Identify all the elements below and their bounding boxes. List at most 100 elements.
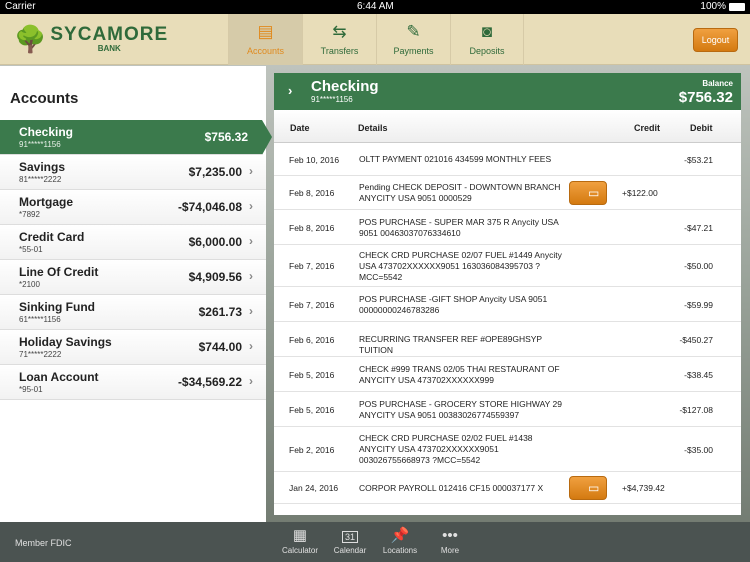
locations-button[interactable]: 📌 Locations <box>375 526 425 555</box>
transaction-row[interactable]: Feb 8, 2016 POS PURCHASE - SUPER MAR 375 … <box>274 210 741 245</box>
tx-debit: -$127.08 <box>679 404 713 415</box>
clock: 6:44 AM <box>357 1 394 12</box>
account-balance: $6,000.00 <box>188 235 242 249</box>
account-mask: 91*****1156 <box>19 140 61 149</box>
logo-sub: BANK <box>97 44 121 53</box>
account-name: Holiday Savings <box>19 335 112 349</box>
tx-date: Feb 10, 2016 <box>289 154 340 165</box>
tab-label: Transfers <box>320 46 359 56</box>
battery-icon <box>729 3 745 11</box>
account-number: 91*****1156 <box>311 95 353 104</box>
account-item-savings[interactable]: Savings 81*****2222 $7,235.00 › <box>0 155 266 190</box>
transaction-row[interactable]: Feb 6, 2016 RECURRING TRANSFER REF #OPE89… <box>274 322 741 357</box>
account-item-checking[interactable]: Checking 91*****1156 $756.32 <box>0 120 272 155</box>
logout-button[interactable]: Logout <box>693 28 738 52</box>
tx-date: Feb 6, 2016 <box>289 334 335 345</box>
account-item-loan-account[interactable]: Loan Account *95-01 -$34,569.22 › <box>0 365 266 400</box>
calendar-day: 31 <box>341 531 358 543</box>
account-mask: *95-01 <box>19 385 43 394</box>
transaction-row[interactable]: Feb 7, 2016 CHECK CRD PURCHASE 02/07 FUEL… <box>274 245 741 287</box>
chevron-right-icon: › <box>249 164 253 178</box>
tab-payments[interactable]: ✎ Payments <box>376 14 450 65</box>
tx-date: Feb 5, 2016 <box>289 369 335 380</box>
account-balance: $4,909.56 <box>188 270 242 284</box>
load-more-hint: Pull up to load more <box>274 504 741 515</box>
account-mask: *7892 <box>19 210 40 219</box>
transaction-row[interactable]: Feb 5, 2016 CHECK #999 TRANS 02/05 THAI R… <box>274 357 741 392</box>
account-mask: 81*****2222 <box>19 175 62 184</box>
account-item-holiday-savings[interactable]: Holiday Savings 71*****2222 $744.00 › <box>0 330 266 365</box>
transaction-row[interactable]: Feb 7, 2016 POS PURCHASE -GIFT SHOP Anyci… <box>274 287 741 322</box>
tx-debit: -$450.27 <box>679 334 713 345</box>
tx-debit: -$53.21 <box>684 154 713 165</box>
chevron-right-icon: › <box>249 199 253 213</box>
account-item-mortgage[interactable]: Mortgage *7892 -$74,046.08 › <box>0 190 266 225</box>
account-item-credit-card[interactable]: Credit Card *55-01 $6,000.00 › <box>0 225 266 260</box>
member-fdic: Member FDIC <box>15 538 72 548</box>
tx-debit: -$35.00 <box>684 444 713 455</box>
tool-label: Calculator <box>281 546 318 555</box>
chevron-right-icon: › <box>288 83 293 98</box>
app-header: 🌳 SYCAMORE BANK ▤ Accounts ⇆ Transfers ✎ Pay… <box>0 14 750 65</box>
chevron-right-icon: › <box>249 339 253 353</box>
tx-date: Feb 7, 2016 <box>289 261 335 271</box>
tx-details: Pending CHECK DEPOSIT - DOWNTOWN BRANCH … <box>359 182 561 203</box>
camera-icon: ◙ <box>481 22 493 41</box>
transaction-row[interactable]: Feb 5, 2016 POS PURCHASE - GROCERY STORE … <box>274 392 741 427</box>
sycamore-logo: 🌳 SYCAMORE BANK <box>14 24 168 55</box>
tx-debit: -$38.45 <box>684 369 713 380</box>
tx-debit: -$59.99 <box>684 299 713 310</box>
account-balance: $7,235.00 <box>188 165 242 179</box>
carrier: Carrier <box>5 1 36 12</box>
tx-details: POS PURCHASE - SUPER MAR 375 R Anycity U… <box>359 216 559 238</box>
tree-icon: 🌳 <box>14 24 47 54</box>
account-detail-panel: › Checking 91*****1156 Balance $756.32 D… <box>274 73 741 515</box>
tab-transfers[interactable]: ⇆ Transfers <box>302 14 376 65</box>
chevron-right-icon: › <box>249 269 253 283</box>
tx-date: Feb 8, 2016 <box>289 188 335 198</box>
more-dots-icon: ••• <box>442 527 458 544</box>
tx-date: Jan 24, 2016 <box>289 483 339 493</box>
account-mask: 61*****1156 <box>19 315 61 324</box>
status-bar: Carrier 6:44 AM 100% <box>0 0 750 14</box>
transaction-row[interactable]: Feb 2, 2016 CHECK CRD PURCHASE 02/02 FUEL… <box>274 427 741 472</box>
balance-value: $756.32 <box>678 89 733 106</box>
account-header[interactable]: › Checking 91*****1156 Balance $756.32 <box>274 73 741 110</box>
calculator-button[interactable]: ▦ Calculator <box>275 526 325 555</box>
account-mask: *55-01 <box>19 245 43 254</box>
tx-details: RECURRING TRANSFER REF #OPE89GHSYP TUITI… <box>359 334 542 355</box>
account-name: Savings <box>19 160 66 174</box>
tab-label: Payments <box>393 46 434 56</box>
tab-deposits[interactable]: ◙ Deposits <box>450 14 524 65</box>
calendar-button[interactable]: 31 Calendar <box>325 526 375 555</box>
tx-details: OLTT PAYMENT 021016 434599 MONTHLY FEES <box>359 154 552 164</box>
more-button[interactable]: ••• More <box>425 526 475 555</box>
table-header: Date Details Credit Debit <box>274 110 741 143</box>
account-item-sinking-fund[interactable]: Sinking Fund 61*****1156 $261.73 › <box>0 295 266 330</box>
tx-details: CHECK CRD PURCHASE 02/07 FUEL #1449 Anyc… <box>359 249 562 282</box>
view-check-button[interactable]: ▭ <box>569 181 607 205</box>
pushpin-icon: 📌 <box>390 527 410 544</box>
tool-label: More <box>440 546 460 555</box>
tx-date: Feb 5, 2016 <box>289 404 335 415</box>
account-name: Loan Account <box>19 370 99 384</box>
transaction-row[interactable]: Feb 8, 2016 Pending CHECK DEPOSIT - DOWNT… <box>274 176 741 210</box>
account-balance: -$34,569.22 <box>177 375 242 389</box>
account-title: Checking <box>311 78 379 95</box>
calendar-icon: 31 <box>325 526 375 546</box>
transaction-row[interactable]: Feb 10, 2016 OLTT PAYMENT 021016 434599 M… <box>274 143 741 176</box>
col-details: Details <box>358 123 388 133</box>
account-mask: 71*****2222 <box>19 350 62 359</box>
transaction-row[interactable]: Jan 24, 2016 CORPOR PAYROLL 012416 CF15 0… <box>274 472 741 504</box>
check-image-icon: ▭ <box>588 481 600 495</box>
accounts-list-panel: Accounts Checking 91*****1156 $756.32 Savin… <box>0 66 272 522</box>
tx-credit: +$4,739.42 <box>622 483 665 493</box>
account-balance: $744.00 <box>198 340 242 354</box>
tx-details: CHECK #999 TRANS 02/05 THAI RESTAURANT O… <box>359 363 560 385</box>
tab-label: Deposits <box>469 46 505 56</box>
col-debit: Debit <box>690 123 713 133</box>
view-check-button[interactable]: ▭ <box>569 476 607 500</box>
account-item-line-of-credit[interactable]: Line Of Credit *2100 $4,909.56 › <box>0 260 266 295</box>
chevron-right-icon: › <box>249 374 253 388</box>
tab-accounts[interactable]: ▤ Accounts <box>228 14 302 65</box>
